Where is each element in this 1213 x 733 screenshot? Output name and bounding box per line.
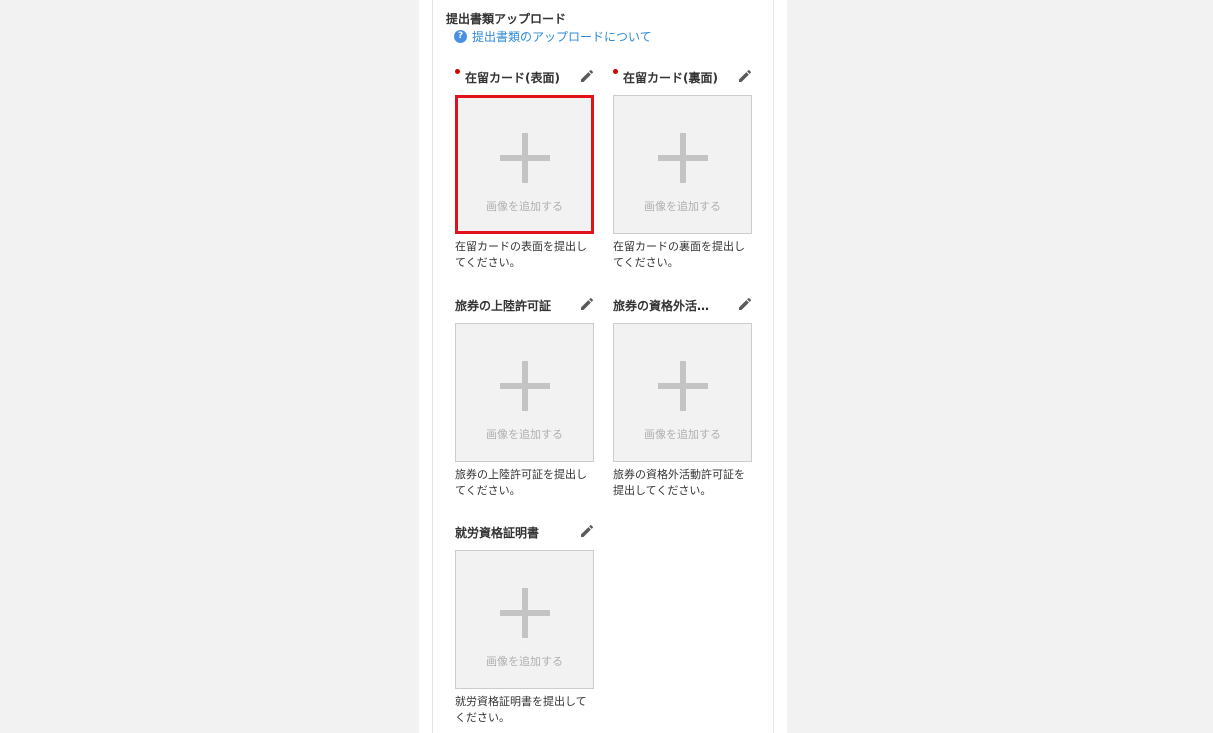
plus-icon [499, 361, 550, 411]
section-title: 提出書類アップロード [446, 12, 567, 26]
slot-header: 就労資格証明書 [455, 523, 595, 543]
slot-label: 就労資格証明書 [455, 526, 540, 540]
slot-description: 旅券の資格外活動許可証を提出してください。 [613, 468, 745, 497]
upload-placeholder: 画像を追加する [486, 200, 563, 213]
document-upload-panel: 提出書類アップロード ? 提出書類のアップロードについて 在留カード(表面) 画… [419, 0, 787, 733]
edit-icon[interactable] [737, 296, 753, 312]
upload-dropzone[interactable]: 画像を追加する [455, 323, 594, 462]
panel-divider-right [773, 0, 774, 733]
upload-slot-landing-permit: 旅券の上陸許可証 画像を追加する 旅券の上陸許可証を提出してください。 [455, 296, 595, 499]
slot-description: 就労資格証明書を提出してください。 [455, 695, 587, 724]
plus-icon [499, 133, 550, 183]
panel-divider-left [432, 0, 433, 733]
slot-description: 在留カードの表面を提出してください。 [455, 240, 587, 269]
required-marker [455, 69, 460, 74]
upload-placeholder: 画像を追加する [486, 428, 563, 441]
upload-dropzone[interactable]: 画像を追加する [613, 95, 752, 234]
required-marker [613, 69, 618, 74]
edit-icon[interactable] [737, 68, 753, 84]
slot-label: 旅券の上陸許可証 [455, 299, 552, 313]
slot-header: 旅券の上陸許可証 [455, 296, 595, 316]
slot-description: 旅券の上陸許可証を提出してください。 [455, 468, 587, 497]
upload-dropzone[interactable]: 画像を追加する [613, 323, 752, 462]
upload-placeholder: 画像を追加する [486, 655, 563, 668]
edit-icon[interactable] [579, 296, 595, 312]
slot-label: 在留カード(表面) [465, 71, 560, 85]
help-link[interactable]: ? 提出書類のアップロードについて [454, 28, 652, 45]
plus-icon [657, 133, 708, 183]
upload-slot-residence-card-back: 在留カード(裏面) 画像を追加する 在留カードの裏面を提出してください。 [613, 68, 753, 271]
help-icon: ? [454, 30, 467, 43]
upload-placeholder: 画像を追加する [644, 200, 721, 213]
help-link-label[interactable]: 提出書類のアップロードについて [472, 28, 652, 45]
plus-icon [657, 361, 708, 411]
edit-icon[interactable] [579, 68, 595, 84]
slot-label: 在留カード(裏面) [623, 71, 718, 85]
slot-description: 在留カードの裏面を提出してください。 [613, 240, 745, 269]
upload-dropzone[interactable]: 画像を追加する [455, 95, 594, 234]
slot-label: 旅券の資格外活… [613, 299, 710, 313]
upload-slot-residence-card-front: 在留カード(表面) 画像を追加する 在留カードの表面を提出してください。 [455, 68, 595, 271]
upload-slot-activity-permit: 旅券の資格外活… 画像を追加する 旅券の資格外活動許可証を提出してください。 [613, 296, 753, 499]
slot-header: 在留カード(裏面) [613, 68, 753, 88]
slot-header: 在留カード(表面) [455, 68, 595, 88]
edit-icon[interactable] [579, 523, 595, 539]
plus-icon [499, 588, 550, 638]
upload-dropzone[interactable]: 画像を追加する [455, 550, 594, 689]
upload-placeholder: 画像を追加する [644, 428, 721, 441]
upload-slot-employment-certificate: 就労資格証明書 画像を追加する 就労資格証明書を提出してください。 [455, 523, 595, 726]
slot-header: 旅券の資格外活… [613, 296, 753, 316]
